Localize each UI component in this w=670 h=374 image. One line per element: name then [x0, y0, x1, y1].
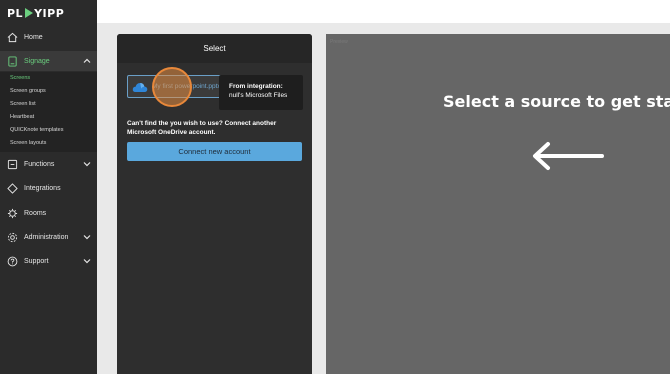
chevron-down-icon[interactable]: [82, 159, 92, 169]
sidebar-item-label: Signage: [24, 57, 50, 65]
sidebar-item-label: Rooms: [24, 209, 47, 217]
sidebar-item-home[interactable]: Home: [0, 27, 97, 47]
sub-item-screen-groups[interactable]: Screen groups: [10, 87, 46, 96]
top-bar: [97, 0, 670, 23]
rooms-icon: [6, 207, 18, 219]
sidebar: PL YIPP Home Signage Screens Screen grou…: [0, 0, 97, 374]
tooltip-line-1: From integration:: [229, 83, 283, 90]
sidebar-item-label: Functions: [24, 160, 55, 168]
preview-area: [326, 34, 670, 374]
sidebar-item-functions[interactable]: Functions: [0, 154, 97, 174]
chevron-up-icon[interactable]: [82, 56, 92, 66]
logo-left-text: PL: [7, 6, 24, 20]
signage-icon: [6, 55, 18, 67]
sub-item-screen-layouts[interactable]: Screen layouts: [10, 139, 46, 148]
chevron-down-icon[interactable]: [82, 232, 92, 242]
sub-item-quicknote-templates[interactable]: QUICKnote templates: [10, 126, 64, 135]
help-icon: [6, 255, 18, 267]
play-icon: [25, 8, 34, 18]
sidebar-item-signage[interactable]: Signage: [0, 51, 97, 71]
preview-faint-label: Preview: [330, 39, 348, 45]
connect-new-account-button[interactable]: Connect new account: [127, 142, 302, 161]
integrations-icon: [6, 182, 18, 194]
sub-item-screen-list[interactable]: Screen list: [10, 100, 36, 109]
playipp-logo[interactable]: PL YIPP: [7, 6, 64, 20]
sidebar-item-label: Home: [24, 33, 43, 41]
sidebar-item-rooms[interactable]: Rooms: [0, 203, 97, 223]
integration-tooltip: From integration: null's Microsoft Files: [219, 75, 303, 110]
sidebar-item-integrations[interactable]: Integrations: [0, 178, 97, 198]
sub-item-screens[interactable]: Screens: [10, 74, 30, 83]
sidebar-item-administration[interactable]: Administration: [0, 227, 97, 247]
sidebar-item-support[interactable]: Support: [0, 251, 97, 271]
tooltip-line-2: null's Microsoft Files: [229, 92, 288, 99]
logo-right-text: YIPP: [34, 6, 65, 20]
click-highlight: [152, 67, 192, 107]
sub-item-heartbeat[interactable]: Heartbeat: [10, 113, 34, 122]
panel-title: Select: [117, 34, 312, 63]
arrow-left-icon: [533, 142, 604, 170]
chevron-down-icon[interactable]: [82, 256, 92, 266]
sidebar-item-label: Integrations: [24, 184, 61, 192]
sidebar-item-label: Support: [24, 257, 49, 265]
home-icon: [6, 31, 18, 43]
sidebar-item-label: Administration: [24, 233, 69, 241]
gear-icon: [6, 231, 18, 243]
cant-find-message: Can't find the you wish to use? Connect …: [127, 120, 277, 136]
onedrive-icon: [132, 83, 148, 92]
preview-title: Select a source to get start: [443, 92, 670, 111]
functions-icon: [6, 158, 18, 170]
signage-submenu: Screens Screen groups Screen list Heartb…: [0, 72, 97, 152]
